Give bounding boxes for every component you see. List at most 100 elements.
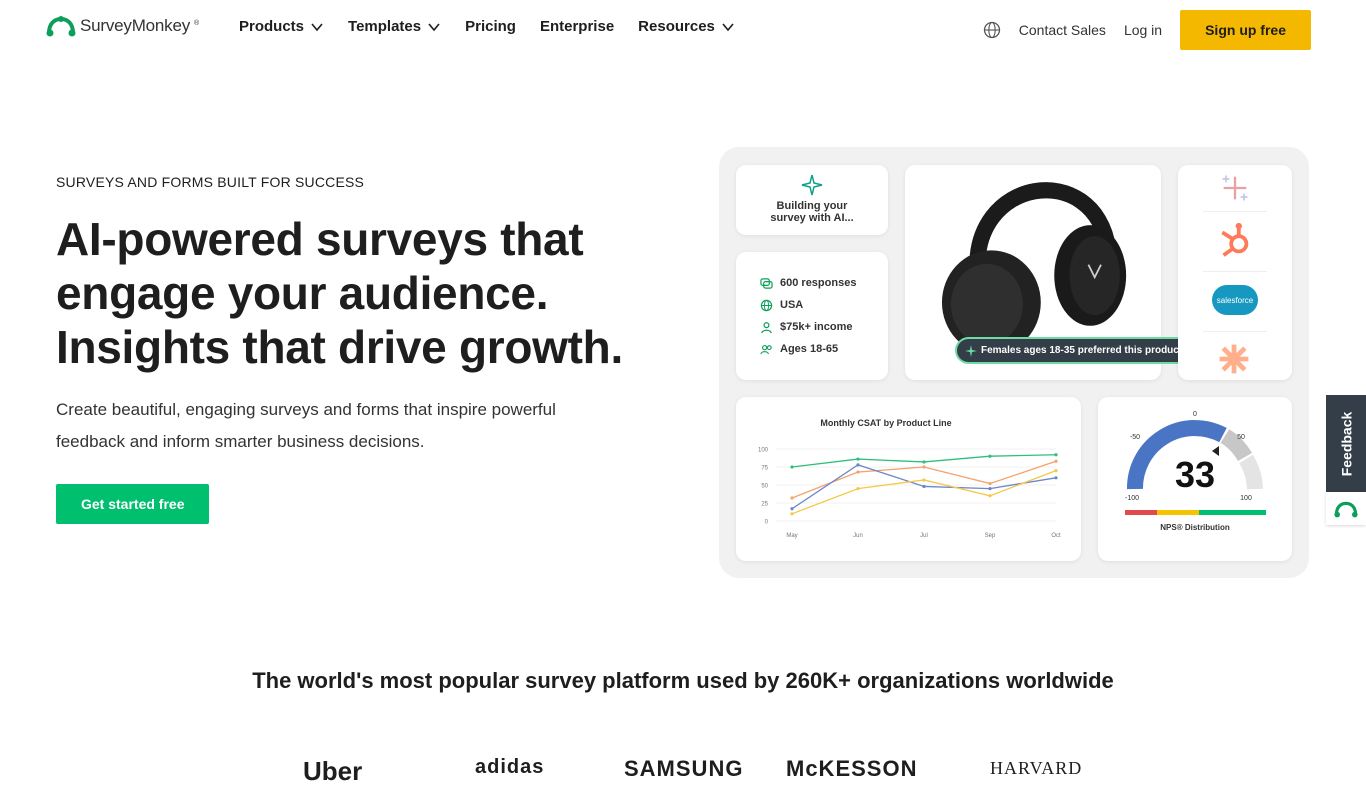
sparkle-icon bbox=[965, 345, 977, 357]
person-icon bbox=[761, 321, 772, 333]
hero-section: SURVEYS AND FORMS BUILT FOR SUCCESS AI-p… bbox=[56, 174, 676, 524]
tableau-icon bbox=[1222, 175, 1248, 201]
series-2-point bbox=[922, 484, 926, 489]
nps-tick-minus50: -50 bbox=[1130, 434, 1140, 441]
hero-headline: AI-powered surveys that engage your audi… bbox=[56, 212, 676, 374]
nps-gauge: 0 -50 50 -100 100 33 NPS® Distribution bbox=[1125, 411, 1266, 532]
globe-icon bbox=[760, 299, 773, 311]
nav-templates-label: Templates bbox=[348, 18, 422, 35]
chart-title: Monthly CSAT by Product Line bbox=[820, 418, 951, 428]
y-tick-label: 25 bbox=[761, 502, 768, 508]
series-0-point bbox=[790, 465, 794, 469]
contact-sales-link[interactable]: Contact Sales bbox=[1019, 22, 1106, 38]
nav-templates[interactable]: Templates bbox=[348, 18, 441, 35]
product-insight-text: Females ages 18-35 preferred this produc… bbox=[981, 345, 1183, 356]
series-1-point bbox=[1054, 459, 1058, 463]
series-0-point bbox=[922, 460, 926, 464]
harvard-logo: HARVARD bbox=[990, 758, 1083, 778]
nps-card: 0 -50 50 -100 100 33 NPS® Distribution bbox=[1098, 397, 1292, 561]
y-tick-label: 0 bbox=[765, 520, 769, 526]
nps-tick-minus100: -100 bbox=[1125, 495, 1139, 502]
feedback-logo[interactable] bbox=[1326, 492, 1366, 525]
nav-pricing-label: Pricing bbox=[465, 18, 516, 35]
series-0-point bbox=[988, 454, 992, 458]
x-tick-label: Jul bbox=[920, 533, 928, 539]
headline-line-3: Insights that drive growth. bbox=[56, 321, 623, 373]
y-tick-label: 100 bbox=[758, 448, 769, 454]
series-2-point bbox=[988, 487, 992, 491]
stat-responses-text: 600 responses bbox=[780, 277, 857, 289]
nps-tick-100: 100 bbox=[1240, 495, 1252, 502]
stat-ages: Ages 18-65 bbox=[760, 338, 888, 360]
group-icon bbox=[760, 344, 772, 354]
x-tick-label: May bbox=[786, 533, 797, 539]
y-tick-label: 50 bbox=[761, 484, 768, 490]
series-3-point bbox=[1054, 469, 1058, 473]
login-link[interactable]: Log in bbox=[1124, 22, 1162, 38]
nav-enterprise[interactable]: Enterprise bbox=[540, 18, 614, 35]
account-nav: Contact Sales Log in Sign up free bbox=[983, 10, 1311, 50]
stat-income: $75k+ income bbox=[760, 316, 888, 338]
nps-label: NPS® Distribution bbox=[1160, 523, 1230, 532]
series-1-point bbox=[856, 470, 860, 474]
x-tick-label: Jun bbox=[853, 533, 863, 539]
series-1-point bbox=[790, 496, 794, 500]
nps-tick-50: 50 bbox=[1237, 434, 1245, 441]
stat-responses: 600 responses bbox=[760, 272, 888, 294]
x-tick-label: Sep bbox=[985, 533, 996, 539]
social-proof-tagline: The world's most popular survey platform… bbox=[252, 668, 1114, 693]
samsung-logo: SAMSUNG bbox=[624, 756, 744, 781]
series-2-point bbox=[856, 463, 860, 467]
nav-products-label: Products bbox=[239, 18, 305, 35]
integrations-card: salesforce bbox=[1178, 165, 1292, 380]
feedback-label: Feedback bbox=[1338, 411, 1354, 476]
uber-logo: Uber bbox=[303, 756, 363, 786]
chevron-down-icon bbox=[722, 22, 734, 31]
stat-country: USA bbox=[760, 294, 888, 316]
hero-subtext: Create beautiful, engaging surveys and f… bbox=[56, 400, 556, 451]
feedback-tab[interactable]: Feedback bbox=[1326, 395, 1366, 492]
signup-button[interactable]: Sign up free bbox=[1180, 10, 1311, 50]
headline-line-1: AI-powered surveys that bbox=[56, 213, 584, 265]
get-started-button[interactable]: Get started free bbox=[56, 484, 210, 524]
series-2-point bbox=[1054, 476, 1058, 480]
globe-icon[interactable] bbox=[983, 21, 1001, 39]
brand-name: SurveyMonkey bbox=[80, 16, 191, 35]
sparkle-icon bbox=[801, 174, 823, 196]
nps-bar-yellow bbox=[1157, 510, 1199, 515]
product-insight-tag: Females ages 18-35 preferred this produc… bbox=[955, 337, 1195, 364]
csat-chart-card: Monthly CSAT by Product Line 100 75 50 25 0 M… bbox=[736, 397, 1081, 561]
surveymonkey-logo-icon bbox=[1334, 501, 1358, 517]
csat-line-chart: Monthly CSAT by Product Line 100 75 50 25 0 M… bbox=[758, 418, 1061, 539]
nps-bar-red bbox=[1125, 510, 1157, 515]
series-line-3 bbox=[791, 469, 1057, 515]
hero-eyebrow: SURVEYS AND FORMS BUILT FOR SUCCESS bbox=[56, 174, 365, 190]
x-tick-label: Oct bbox=[1051, 533, 1061, 539]
chat-icon bbox=[760, 277, 773, 289]
ai-building-card: Building your survey with AI... bbox=[736, 165, 888, 235]
feedback-widget[interactable]: Feedback bbox=[1326, 395, 1366, 525]
mckesson-logo: McKESSON bbox=[786, 756, 918, 781]
series-3-point bbox=[790, 512, 794, 516]
nps-score: 33 bbox=[1175, 454, 1215, 495]
series-1-point bbox=[922, 465, 926, 469]
stat-ages-text: Ages 18-65 bbox=[780, 343, 839, 355]
nav-enterprise-label: Enterprise bbox=[539, 18, 615, 35]
ai-card-line-2: survey with AI... bbox=[770, 212, 854, 224]
stat-country-text: USA bbox=[780, 299, 804, 311]
nps-tick-0: 0 bbox=[1193, 411, 1197, 418]
series-3-point bbox=[988, 494, 992, 498]
series-1-point bbox=[988, 481, 992, 486]
series-0-point bbox=[856, 457, 860, 461]
surveymonkey-logo[interactable]: SurveyMonkey ® bbox=[46, 15, 199, 37]
nav-products[interactable]: Products bbox=[239, 18, 324, 35]
gauge-arc-grey bbox=[1239, 454, 1263, 490]
series-2-point bbox=[790, 507, 794, 511]
nav-resources[interactable]: Resources bbox=[638, 18, 735, 35]
chevron-down-icon bbox=[428, 22, 440, 31]
hero-illustration: Building your survey with AI... 600 resp… bbox=[719, 147, 1309, 578]
zapier-icon bbox=[1219, 344, 1249, 374]
chevron-down-icon bbox=[311, 22, 323, 31]
nav-pricing[interactable]: Pricing bbox=[465, 18, 516, 35]
headline-line-2: engage your audience. bbox=[56, 267, 549, 319]
